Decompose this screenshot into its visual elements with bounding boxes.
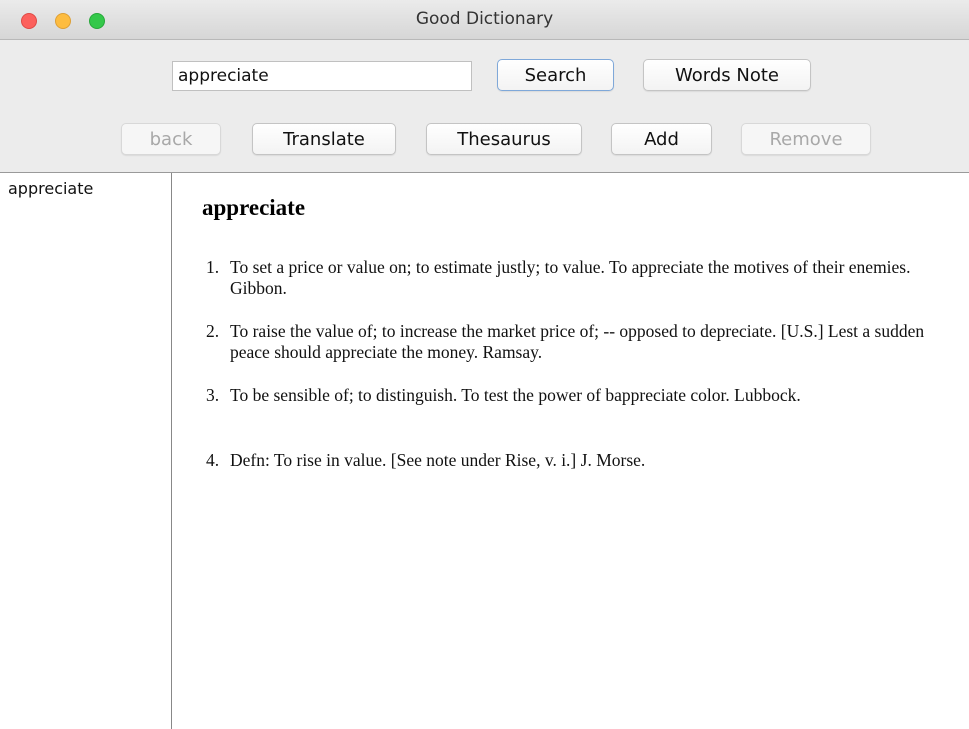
sense-item: 2. To raise the value of; to increase th… (206, 321, 964, 363)
word-list-item[interactable]: appreciate (8, 179, 93, 198)
sense-number: 4. (206, 450, 220, 470)
sense-number: 3. (206, 385, 220, 405)
headword: appreciate (202, 195, 306, 220)
add-button[interactable]: Add (611, 123, 712, 155)
sense-number: 2. (206, 321, 220, 341)
definition-pane: appreciate 1. To set a price or value on… (172, 173, 969, 729)
words-note-button[interactable]: Words Note (643, 59, 811, 91)
translate-button[interactable]: Translate (252, 123, 396, 155)
sense-text: To be sensible of; to distinguish. To te… (230, 385, 801, 405)
content-area: appreciate appreciate 1. To set a price … (0, 172, 969, 729)
word-list[interactable]: appreciate (0, 173, 172, 729)
window-title: Good Dictionary (415, 9, 554, 29)
sense-text: Defn: To rise in value. [See note under … (230, 450, 646, 470)
sense-number: 1. (206, 257, 220, 277)
app-window: Good Dictionary Search Words Note back T… (0, 0, 969, 729)
title-bar: Good Dictionary (0, 0, 969, 40)
sense-text: To set a price or value on; to estimate … (230, 257, 911, 298)
search-input[interactable] (172, 61, 472, 91)
remove-button[interactable]: Remove (741, 123, 871, 155)
sense-text: To raise the value of; to increase the m… (230, 321, 925, 362)
search-button[interactable]: Search (497, 59, 614, 91)
sense-item: 4. Defn: To rise in value. [See note und… (206, 450, 964, 471)
back-button[interactable]: back (121, 123, 221, 155)
thesaurus-button[interactable]: Thesaurus (426, 123, 582, 155)
sense-item: 1. To set a price or value on; to estima… (206, 257, 964, 299)
sense-item: 3. To be sensible of; to distinguish. To… (206, 385, 964, 406)
